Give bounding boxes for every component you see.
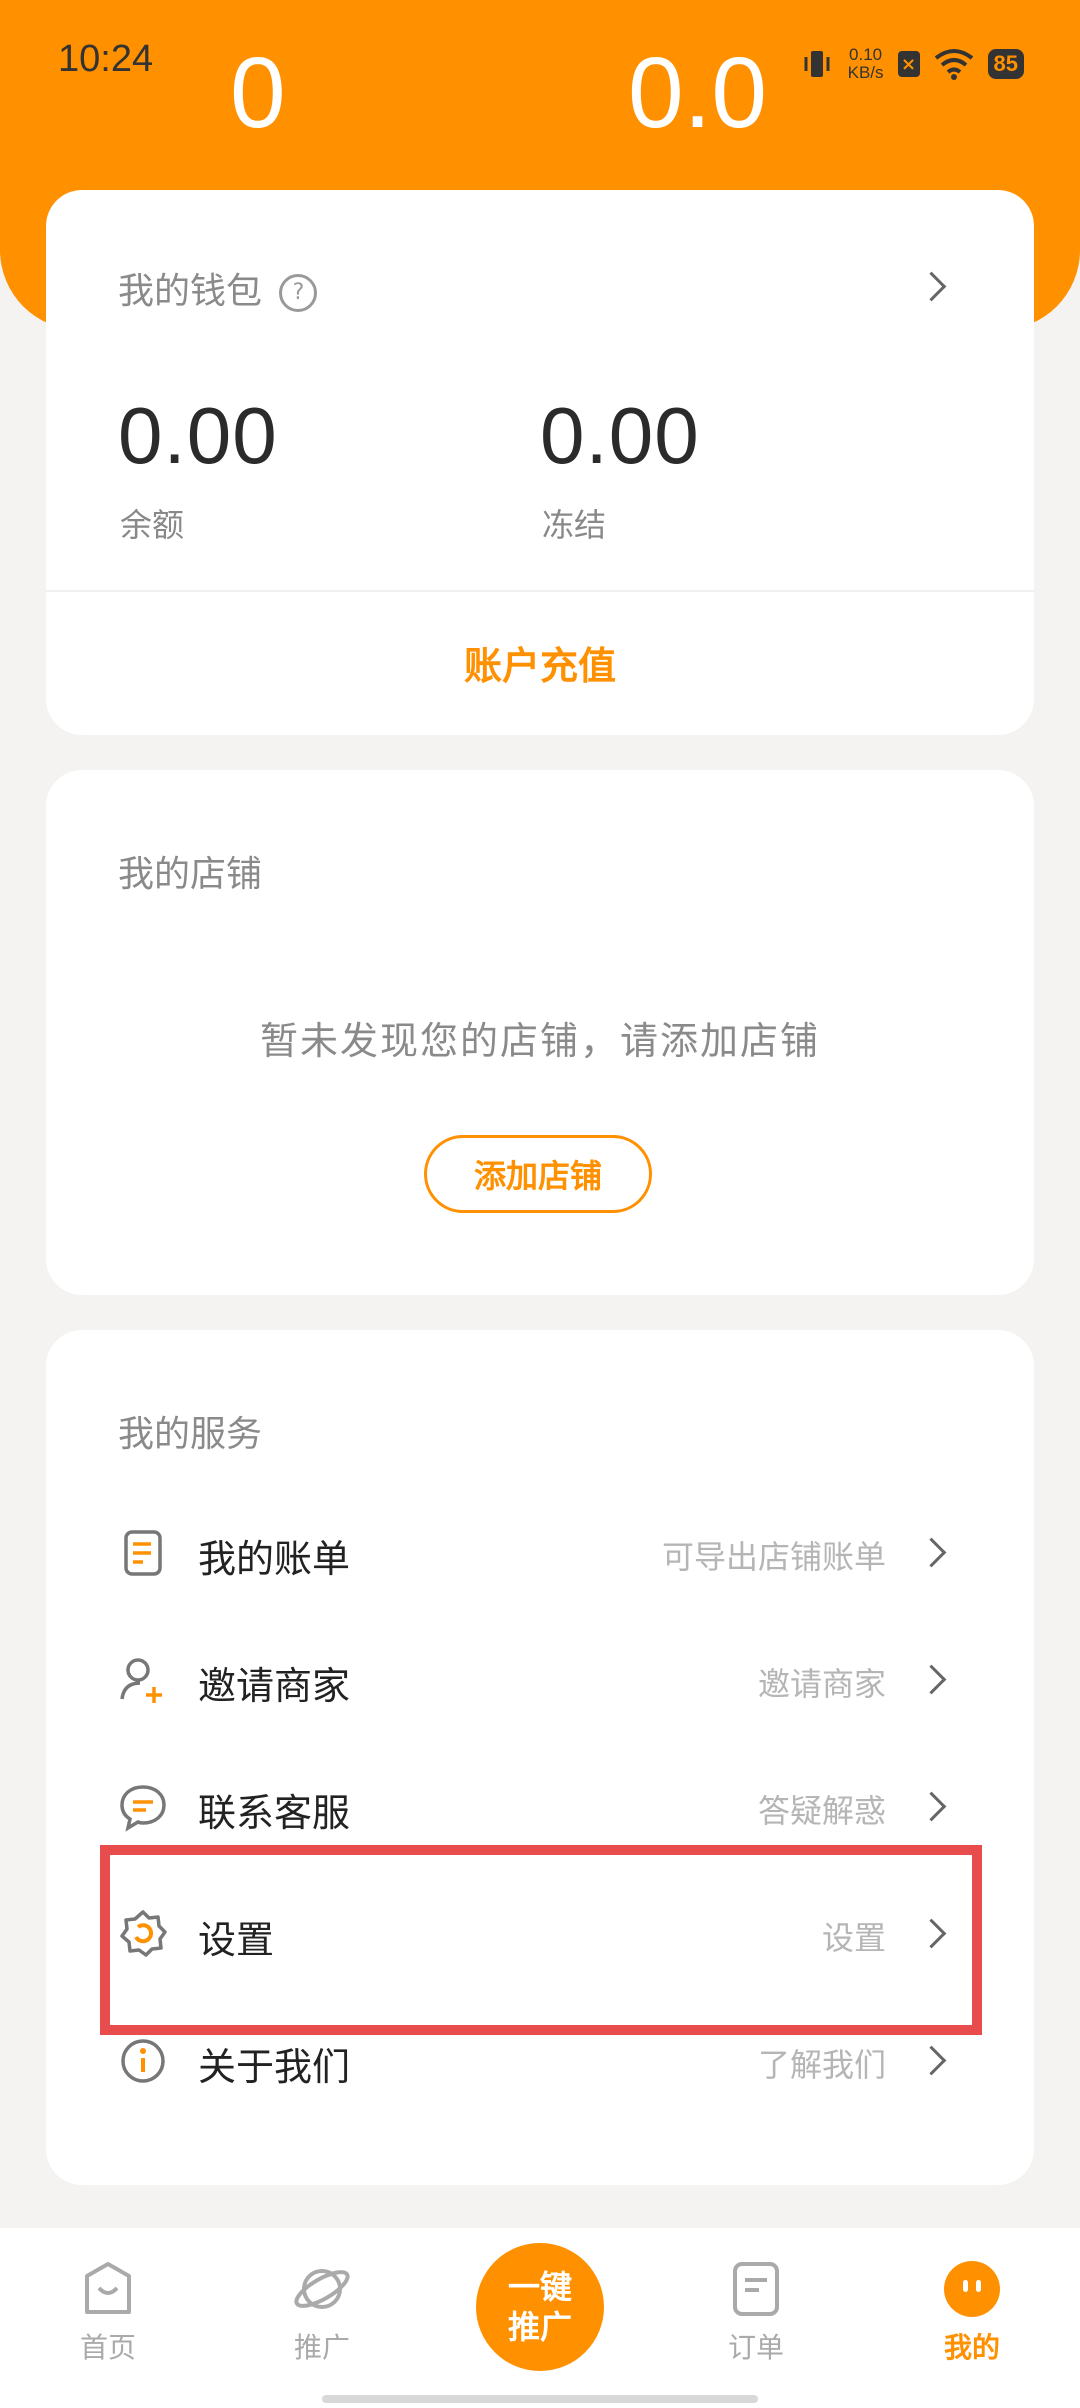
status-icons: 0.10 KB/s × 85 <box>800 42 1024 86</box>
wallet-title[interactable]: 我的钱包 ? <box>118 262 318 314</box>
center-button-line1: 一键 <box>507 2268 572 2306</box>
chevron-right-icon <box>916 1664 947 1695</box>
service-label: 关于我们 <box>198 2045 351 2089</box>
planet-icon <box>294 2269 350 2309</box>
network-speed: 0.10 KB/s <box>848 46 884 82</box>
wallet-title-text: 我的钱包 <box>118 271 263 312</box>
store-title: 我的店铺 <box>118 854 263 895</box>
info-icon <box>121 2039 165 2083</box>
header-left-value: 0 <box>230 37 286 149</box>
chat-icon <box>120 1785 166 1832</box>
service-label: 我的账单 <box>198 1537 351 1581</box>
net-speed-value: 0.10 <box>849 45 883 64</box>
chevron-right-icon <box>916 1791 947 1822</box>
nav-home[interactable]: 首页 <box>38 2258 178 2366</box>
nav-promote[interactable]: 推广 <box>252 2258 392 2366</box>
bottom-nav: 首页 推广 一键 推广 订单 我的 <box>0 2228 1080 2408</box>
wallet-card: 我的钱包 ? 0.00 余额 0.00 冻结 账户充值 <box>46 190 1034 735</box>
recharge-button[interactable]: 账户充值 <box>46 590 1034 735</box>
mine-face-icon <box>944 2261 1000 2317</box>
order-icon <box>733 2262 779 2316</box>
wifi-icon <box>934 49 973 80</box>
battery-indicator: 85 <box>987 49 1024 79</box>
nav-label: 首页 <box>79 2331 136 2364</box>
service-desc: 邀请商家 <box>757 1665 886 1703</box>
header-right-value: 0.0 <box>628 37 768 149</box>
invite-user-icon <box>120 1658 162 1703</box>
service-desc: 答疑解惑 <box>757 1792 886 1830</box>
service-label: 邀请商家 <box>198 1664 351 1708</box>
profile-page: 10:24 0 0.0 0.10 KB/s × 85 我的钱包 ? 0.00 余… <box>0 0 1080 2408</box>
services-card: 我的服务 我的账单 可导出店铺账单 邀请商家 邀请商家 联系客服 答疑解惑 设置… <box>46 1330 1034 2185</box>
nav-label: 推广 <box>293 2331 350 2364</box>
nav-orders[interactable]: 订单 <box>686 2258 826 2366</box>
nav-label: 订单 <box>727 2331 784 2364</box>
one-click-promote-button[interactable]: 一键 推广 <box>476 2243 604 2371</box>
highlight-box <box>100 1845 982 2035</box>
help-icon[interactable]: ? <box>279 274 318 312</box>
nav-mine[interactable]: 我的 <box>902 2258 1042 2366</box>
vibrate-icon <box>804 51 830 77</box>
balance-label: 余额 <box>120 506 185 544</box>
chevron-right-icon <box>916 1537 947 1568</box>
add-store-button[interactable]: 添加店铺 <box>424 1135 652 1213</box>
home-indicator[interactable] <box>322 2395 758 2403</box>
no-sim-icon: × <box>897 51 920 77</box>
chevron-right-icon <box>916 2045 947 2076</box>
nav-label: 我的 <box>943 2331 1000 2364</box>
frozen-amount: 0.00 <box>540 391 700 480</box>
service-label: 联系客服 <box>198 1791 351 1835</box>
center-button-line2: 推广 <box>507 2308 572 2346</box>
bill-icon <box>124 1530 162 1576</box>
status-time: 10:24 <box>58 38 154 80</box>
store-card: 我的店铺 暂未发现您的店铺，请添加店铺 添加店铺 <box>46 770 1034 1295</box>
chevron-right-icon[interactable] <box>916 271 947 302</box>
service-item-invite[interactable]: 邀请商家 邀请商家 <box>46 1617 1034 1743</box>
store-empty-text: 暂未发现您的店铺，请添加店铺 <box>259 1019 820 1063</box>
service-desc: 可导出店铺账单 <box>661 1538 886 1576</box>
frozen-label: 冻结 <box>542 506 607 544</box>
services-title: 我的服务 <box>118 1414 263 1455</box>
balance-amount: 0.00 <box>118 391 278 480</box>
service-item-bill[interactable]: 我的账单 可导出店铺账单 <box>46 1490 1034 1616</box>
service-desc: 了解我们 <box>757 2046 886 2084</box>
home-icon <box>85 2262 131 2314</box>
net-speed-unit: KB/s <box>847 63 884 82</box>
